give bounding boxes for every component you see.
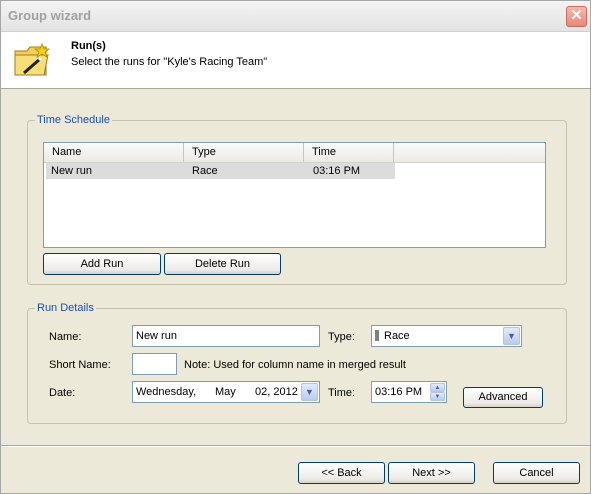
column-header-type[interactable]: Type	[184, 143, 304, 162]
runs-list[interactable]: Name Type Time New run Race 03:16 PM	[43, 142, 546, 248]
date-label: Date:	[49, 387, 76, 399]
name-label: Name:	[49, 331, 82, 343]
wizard-header: Run(s) Select the runs for "Kyle's Racin…	[1, 32, 590, 89]
title-bar[interactable]: Group wizard ✕	[1, 1, 590, 32]
wizard-step-title: Run(s)	[71, 40, 106, 52]
delete-run-button[interactable]: Delete Run	[164, 253, 281, 275]
short-name-note: Note: Used for column name in merged res…	[184, 359, 406, 371]
run-details-legend: Run Details	[35, 302, 96, 314]
window-title: Group wizard	[8, 8, 92, 23]
runs-list-header: Name Type Time	[44, 143, 545, 163]
table-row[interactable]: New run Race 03:16 PM	[46, 163, 395, 179]
time-field[interactable]: 03:16 PM ▲ ▼	[371, 381, 447, 403]
close-button[interactable]: ✕	[566, 6, 587, 27]
date-weekday: Wednesday,	[136, 386, 197, 398]
wizard-step-subtitle: Select the runs for "Kyle's Racing Team"	[71, 56, 268, 68]
advanced-button[interactable]: Advanced	[463, 387, 543, 408]
short-name-field[interactable]	[132, 353, 177, 375]
row-time: 03:16 PM	[313, 165, 361, 177]
date-picker[interactable]: Wednesday, May 02, 2012 ▼	[132, 381, 320, 403]
type-select-value: Race	[384, 330, 410, 342]
spin-down-icon[interactable]: ▼	[430, 392, 445, 401]
chevron-down-icon[interactable]: ▼	[503, 327, 520, 345]
type-label: Type:	[328, 331, 355, 343]
footer-separator	[1, 445, 590, 447]
type-color-swatch	[375, 330, 379, 341]
column-header-time[interactable]: Time	[304, 143, 394, 162]
column-header-name[interactable]: Name	[44, 143, 184, 162]
date-month: May	[215, 386, 236, 398]
type-select[interactable]: Race ▼	[371, 325, 522, 347]
back-button[interactable]: << Back	[298, 462, 385, 484]
group-wizard-window: Group wizard ✕ Run(s) Select the runs fo…	[0, 0, 591, 494]
time-schedule-legend: Time Schedule	[35, 114, 112, 126]
name-field[interactable]: New run	[132, 325, 320, 347]
next-button[interactable]: Next >>	[388, 462, 475, 484]
time-label: Time:	[328, 387, 356, 399]
row-type: Race	[192, 165, 218, 177]
add-run-button[interactable]: Add Run	[43, 253, 161, 275]
short-name-label: Short Name:	[49, 359, 111, 371]
time-value: 03:16 PM	[375, 386, 423, 398]
calendar-dropdown-icon[interactable]: ▼	[301, 383, 318, 401]
spin-up-icon[interactable]: ▲	[430, 383, 445, 392]
cancel-button[interactable]: Cancel	[493, 462, 580, 484]
row-name: New run	[51, 165, 92, 177]
date-day-year: 02, 2012	[255, 386, 298, 398]
wizard-folder-icon	[14, 42, 51, 76]
